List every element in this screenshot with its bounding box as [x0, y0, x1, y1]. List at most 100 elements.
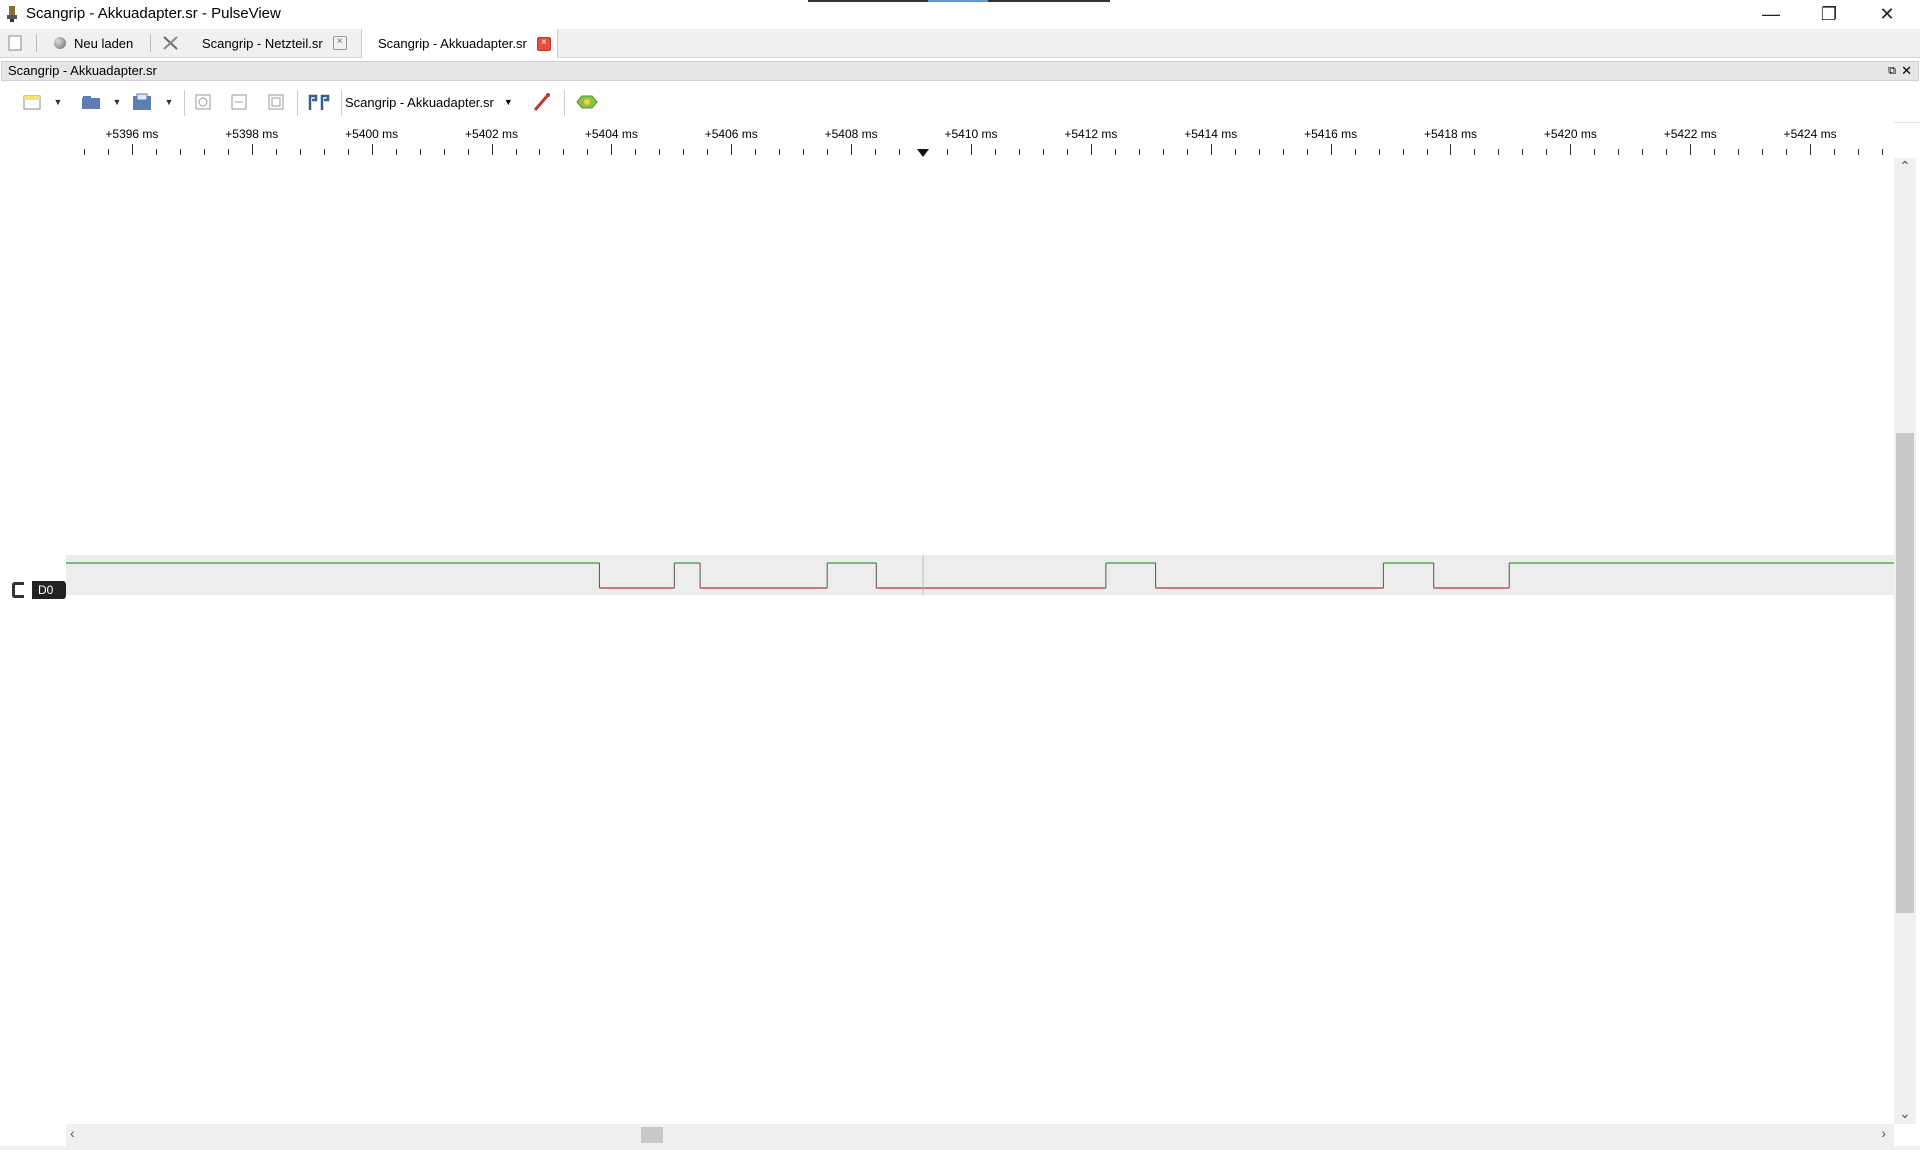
close-dock-icon[interactable]: ✕	[1901, 62, 1912, 80]
close-tab-icon[interactable]: ×	[536, 36, 551, 51]
ruler-major-tick	[851, 144, 853, 155]
ruler-minor-tick	[83, 149, 85, 155]
minimize-button[interactable]: —	[1742, 0, 1800, 29]
ruler-minor-tick	[227, 149, 229, 155]
ruler-minor-tick	[1426, 149, 1428, 155]
ruler-tick-label: +5412 ms	[1064, 127, 1118, 141]
channel-drag-handle[interactable]	[12, 582, 24, 598]
toolbar-separator	[341, 90, 342, 116]
window-bottom-border	[0, 1146, 1920, 1150]
ruler-minor-tick	[1882, 149, 1883, 155]
vertical-scroll-thumb[interactable]	[1896, 433, 1914, 913]
settings-icon[interactable]	[162, 35, 180, 51]
ruler-minor-tick	[659, 149, 661, 155]
ruler-minor-tick	[179, 149, 181, 155]
ruler-tick-label: +5398 ms	[225, 127, 279, 141]
ruler-tick-label: +5408 ms	[824, 127, 878, 141]
ruler-minor-tick	[1786, 149, 1788, 155]
app-icon	[6, 6, 18, 22]
window-title: Scangrip - Akkuadapter.sr - PulseView	[26, 5, 281, 22]
tab-netzteil[interactable]: Scangrip - Netzteil.sr ×	[196, 29, 353, 57]
ruler-major-tick	[491, 144, 493, 155]
ruler-major-tick	[131, 144, 133, 155]
ruler-minor-tick	[779, 149, 781, 155]
ruler-tick-label: +5406 ms	[704, 127, 758, 141]
ruler-minor-tick	[635, 149, 637, 155]
ruler-minor-tick	[707, 149, 709, 155]
close-tab-icon[interactable]: ×	[332, 36, 347, 50]
new-session-button[interactable]	[22, 90, 42, 114]
chevron-down-icon: ▼	[503, 97, 513, 107]
save-dropdown[interactable]: ▼	[163, 90, 175, 114]
ruler-major-tick	[1090, 144, 1092, 155]
device-selector[interactable]: Scangrip - Akkuadapter.sr ▼	[345, 88, 513, 116]
ruler-major-tick	[1210, 144, 1212, 155]
ruler-minor-tick	[1642, 149, 1644, 155]
ruler-minor-tick	[1162, 149, 1164, 155]
ruler-minor-tick	[467, 149, 469, 155]
tab-separator	[150, 34, 151, 52]
ruler-minor-tick	[1234, 149, 1236, 155]
tab-akkuadapter[interactable]: Scangrip - Akkuadapter.sr ×	[361, 29, 558, 58]
channel-label-d0[interactable]: D0	[32, 581, 70, 599]
ruler-minor-tick	[1474, 149, 1476, 155]
zoom-fit-button[interactable]	[266, 90, 286, 114]
zoom-fit-icon	[268, 94, 284, 110]
ruler-tick-label: +5422 ms	[1663, 127, 1717, 141]
ruler-tick-label: +5416 ms	[1304, 127, 1358, 141]
trace-view[interactable]	[66, 158, 1894, 1124]
add-decoder-button[interactable]	[575, 90, 599, 114]
ruler-minor-tick	[1258, 149, 1260, 155]
scroll-right-icon[interactable]: ›	[1881, 1125, 1886, 1141]
ruler-minor-tick	[899, 149, 901, 155]
save-button[interactable]	[131, 90, 155, 114]
toolbar-separator	[564, 90, 565, 116]
open-file-button[interactable]	[80, 90, 102, 114]
dock-title-bar: Scangrip - Akkuadapter.sr ⧉ ✕	[1, 61, 1919, 81]
zoom-in-button[interactable]	[193, 90, 213, 114]
ruler-minor-tick	[107, 149, 109, 155]
ruler-minor-tick	[515, 149, 517, 155]
ruler-major-tick	[251, 144, 253, 155]
scroll-up-icon[interactable]: ⌃	[1899, 158, 1911, 175]
ruler-tick-label: +5396 ms	[105, 127, 159, 141]
scroll-down-icon[interactable]: ⌄	[1899, 1105, 1911, 1122]
ruler-minor-tick	[1498, 149, 1500, 155]
ruler-minor-tick	[1186, 149, 1188, 155]
horizontal-scrollbar[interactable]: ‹ ›	[66, 1124, 1894, 1146]
open-file-dropdown[interactable]: ▼	[111, 90, 123, 114]
close-window-button[interactable]: ✕	[1858, 0, 1916, 29]
new-tab-icon[interactable]	[8, 35, 22, 51]
probe-config-button[interactable]	[531, 90, 553, 114]
horizontal-scroll-thumb[interactable]	[641, 1127, 663, 1143]
ruler-major-tick	[611, 144, 613, 155]
ruler-minor-tick	[347, 149, 349, 155]
tab-label: Scangrip - Akkuadapter.sr	[378, 36, 527, 51]
new-session-dropdown[interactable]: ▼	[52, 90, 64, 114]
ruler-minor-tick	[875, 149, 877, 155]
ruler-tick-label: +5410 ms	[944, 127, 998, 141]
ruler-tick-label: +5404 ms	[584, 127, 638, 141]
ruler-minor-tick	[275, 149, 277, 155]
ruler-major-tick	[971, 144, 972, 155]
ruler-major-tick	[1810, 144, 1812, 155]
zoom-out-button[interactable]	[229, 90, 249, 114]
ruler-major-tick	[1330, 144, 1332, 155]
time-ruler[interactable]: +5396 ms +5398 ms +5400 ms +5402 ms +5404 ms…	[66, 122, 1894, 158]
vertical-scrollbar[interactable]: ⌃ ⌄	[1894, 158, 1916, 1124]
maximize-button[interactable]: ❐	[1800, 0, 1858, 29]
tab-label: Scangrip - Netzteil.sr	[202, 35, 323, 51]
trigger-marker-icon	[917, 149, 930, 157]
save-icon	[133, 93, 151, 110]
scroll-left-icon[interactable]: ‹	[70, 1125, 75, 1141]
ruler-major-tick	[1570, 144, 1572, 155]
ruler-tick-label: +5400 ms	[345, 127, 399, 141]
ruler-minor-tick	[1858, 149, 1860, 155]
cursor-button[interactable]	[306, 90, 332, 114]
reload-button[interactable]: Neu laden	[48, 29, 139, 57]
dock-title: Scangrip - Akkuadapter.sr	[8, 63, 157, 78]
ruler-minor-tick	[1066, 149, 1068, 155]
probe-icon	[533, 93, 550, 111]
float-dock-icon[interactable]: ⧉	[1888, 62, 1896, 80]
title-accent-line	[808, 0, 928, 2]
